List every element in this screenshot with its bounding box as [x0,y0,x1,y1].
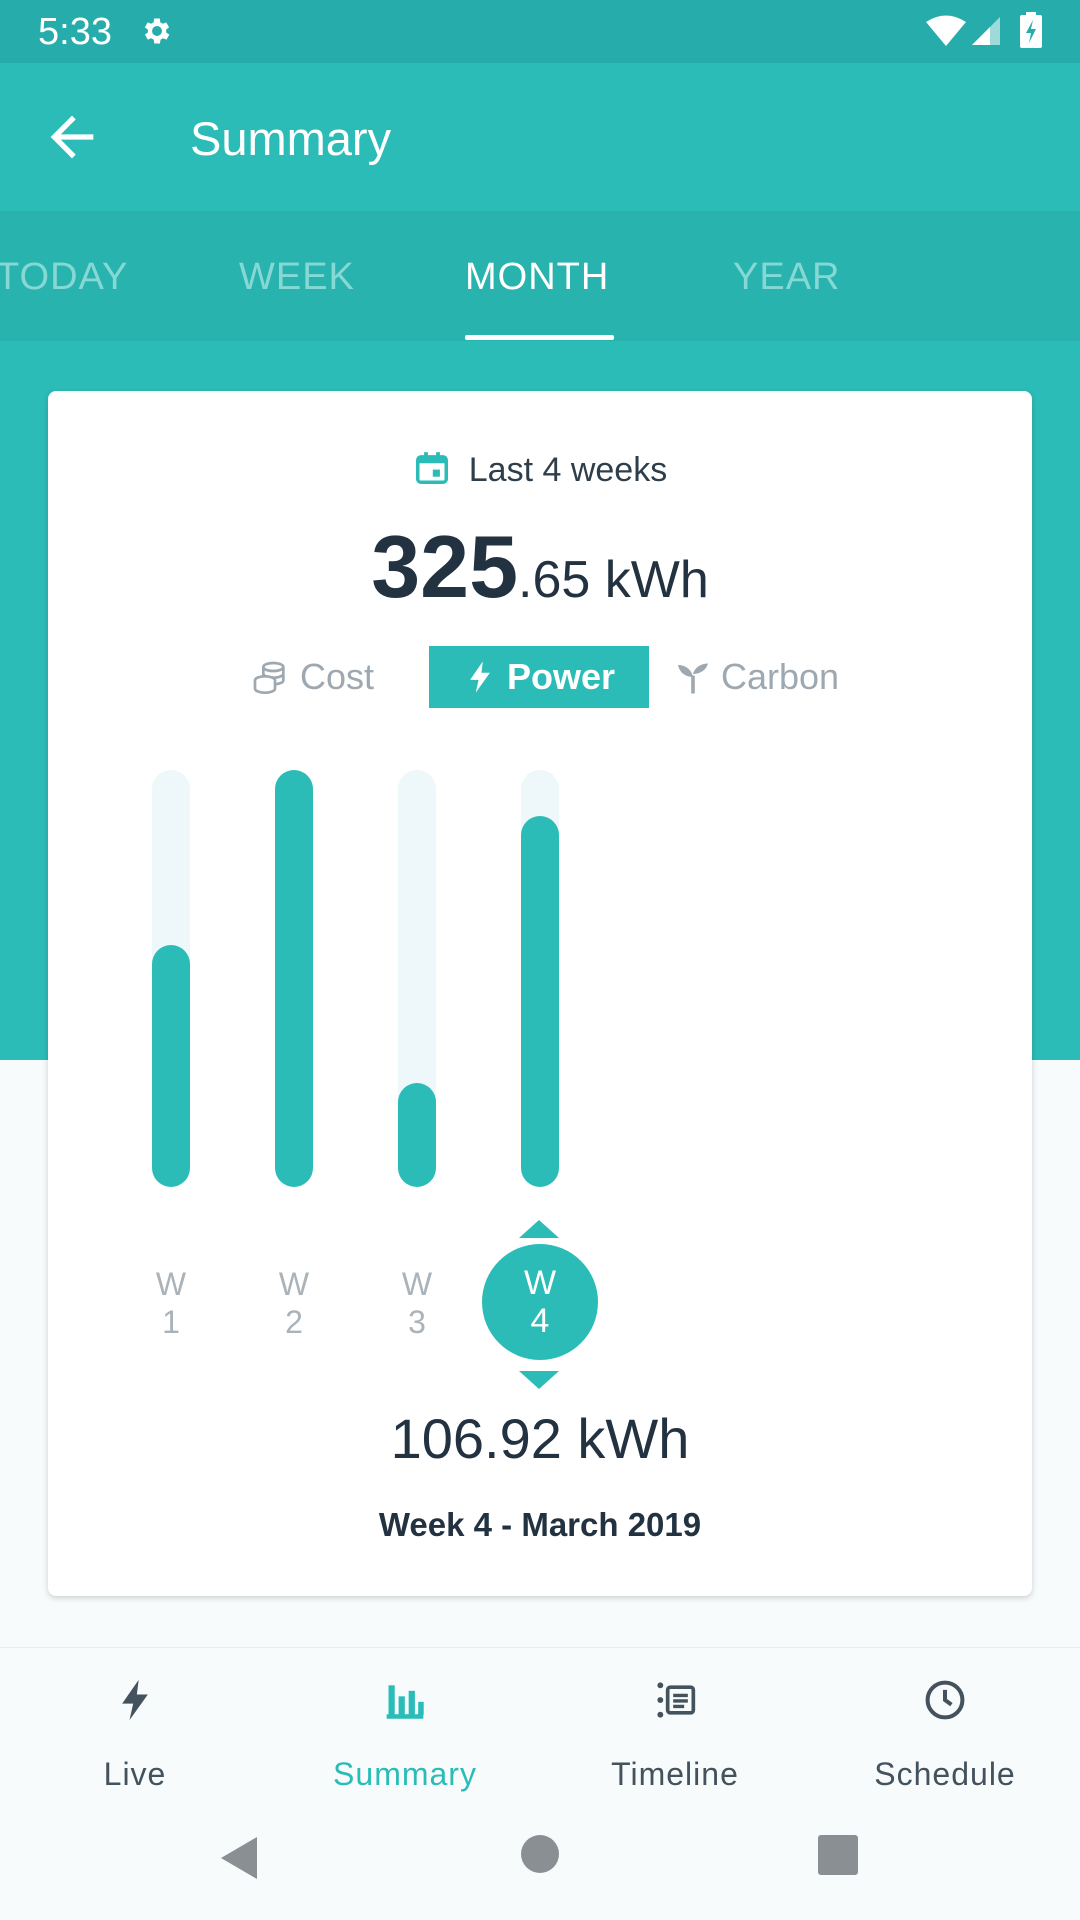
week-label[interactable]: W3 [377,1265,457,1341]
week-label-text: 3 [408,1304,426,1340]
battery-charging-icon [1020,12,1042,48]
bar-track [275,770,313,1187]
tab-today[interactable]: TODAY [0,256,128,299]
period-tabs: TODAY WEEK MONTH YEAR [0,211,1080,341]
week-label-text: W [278,1266,310,1302]
tab-week[interactable]: WEEK [239,256,355,299]
tab-year[interactable]: YEAR [733,256,840,299]
nav-summary[interactable]: Summary [270,1648,540,1798]
status-time: 5:33 [38,11,112,53]
nav-timeline-label: Timeline [611,1756,739,1792]
metric-power-button[interactable]: Power [429,646,649,708]
selection-arrow-up[interactable] [519,1220,559,1238]
bar-chart-icon [386,1685,424,1719]
back-arrow-icon[interactable] [40,105,104,169]
system-recents-icon[interactable] [818,1835,858,1875]
period-header: Last 4 weeks [48,449,1032,490]
timeline-icon [657,1682,696,1718]
bar-track [521,770,559,1187]
tab-month[interactable]: MONTH [465,256,609,299]
nav-schedule-label: Schedule [874,1756,1016,1792]
gear-icon [144,18,170,44]
total-energy: 325.65 kWh [48,516,1032,618]
metric-cost-button[interactable]: Cost [250,646,374,708]
metric-power-label: Power [506,656,616,697]
total-integer: 325 [371,517,519,616]
bar-track [152,770,190,1187]
signal-icon [972,17,1000,45]
metric-carbon-button[interactable]: Carbon [675,646,839,708]
week-label-text: W [523,1264,557,1302]
week-label[interactable]: W2 [254,1265,334,1341]
wifi-icon [926,15,966,46]
page-title: Summary [190,112,392,165]
bar-week-1[interactable] [152,945,190,1187]
coins-icon [253,661,285,695]
bar-week-2[interactable] [275,770,313,1187]
app-bar: Summary [0,63,1080,211]
bar-week-3[interactable] [398,1083,436,1187]
nav-live-label: Live [103,1756,167,1792]
status-bar: 5:33 [0,0,1080,63]
week-label-text: W [401,1266,433,1302]
selected-week-period: Week 4 - March 2019 [378,1506,702,1543]
week-label-selected[interactable]: W4 [482,1244,598,1360]
bottom-navigation: Live Summary Timeline Schedule [0,1647,1080,1798]
metric-cost-label: Cost [300,656,375,697]
period-label: Last 4 weeks [468,451,668,489]
sprout-icon [678,663,708,694]
system-home-icon[interactable] [521,1835,559,1873]
system-back-icon[interactable] [219,1835,259,1881]
nav-timeline[interactable]: Timeline [540,1648,810,1798]
selected-week-value: 106.92 kWh [390,1407,690,1470]
lightning-icon [470,661,490,693]
calendar-icon [415,452,448,484]
week-label-text: 2 [285,1304,303,1340]
system-navigation-bar [0,1797,1080,1920]
bar-week-4[interactable] [521,816,559,1187]
nav-summary-label: Summary [333,1756,477,1792]
nav-schedule[interactable]: Schedule [810,1648,1080,1798]
tab-indicator [465,335,614,340]
week-label-text: W [155,1266,187,1302]
selection-arrow-down[interactable] [519,1371,559,1389]
week-label-text: 4 [530,1302,550,1340]
clock-icon [925,1680,965,1720]
week-label[interactable]: W1 [131,1265,211,1341]
total-decimal: .65 kWh [518,551,709,609]
lightning-icon [122,1679,148,1721]
summary-card: Last 4 weeks 325.65 kWh Cost Power Carbo… [48,391,1032,1596]
week-label-text: 1 [162,1304,180,1340]
nav-live[interactable]: Live [0,1648,270,1798]
metric-carbon-label: Carbon [721,656,840,697]
bar-track [398,770,436,1187]
